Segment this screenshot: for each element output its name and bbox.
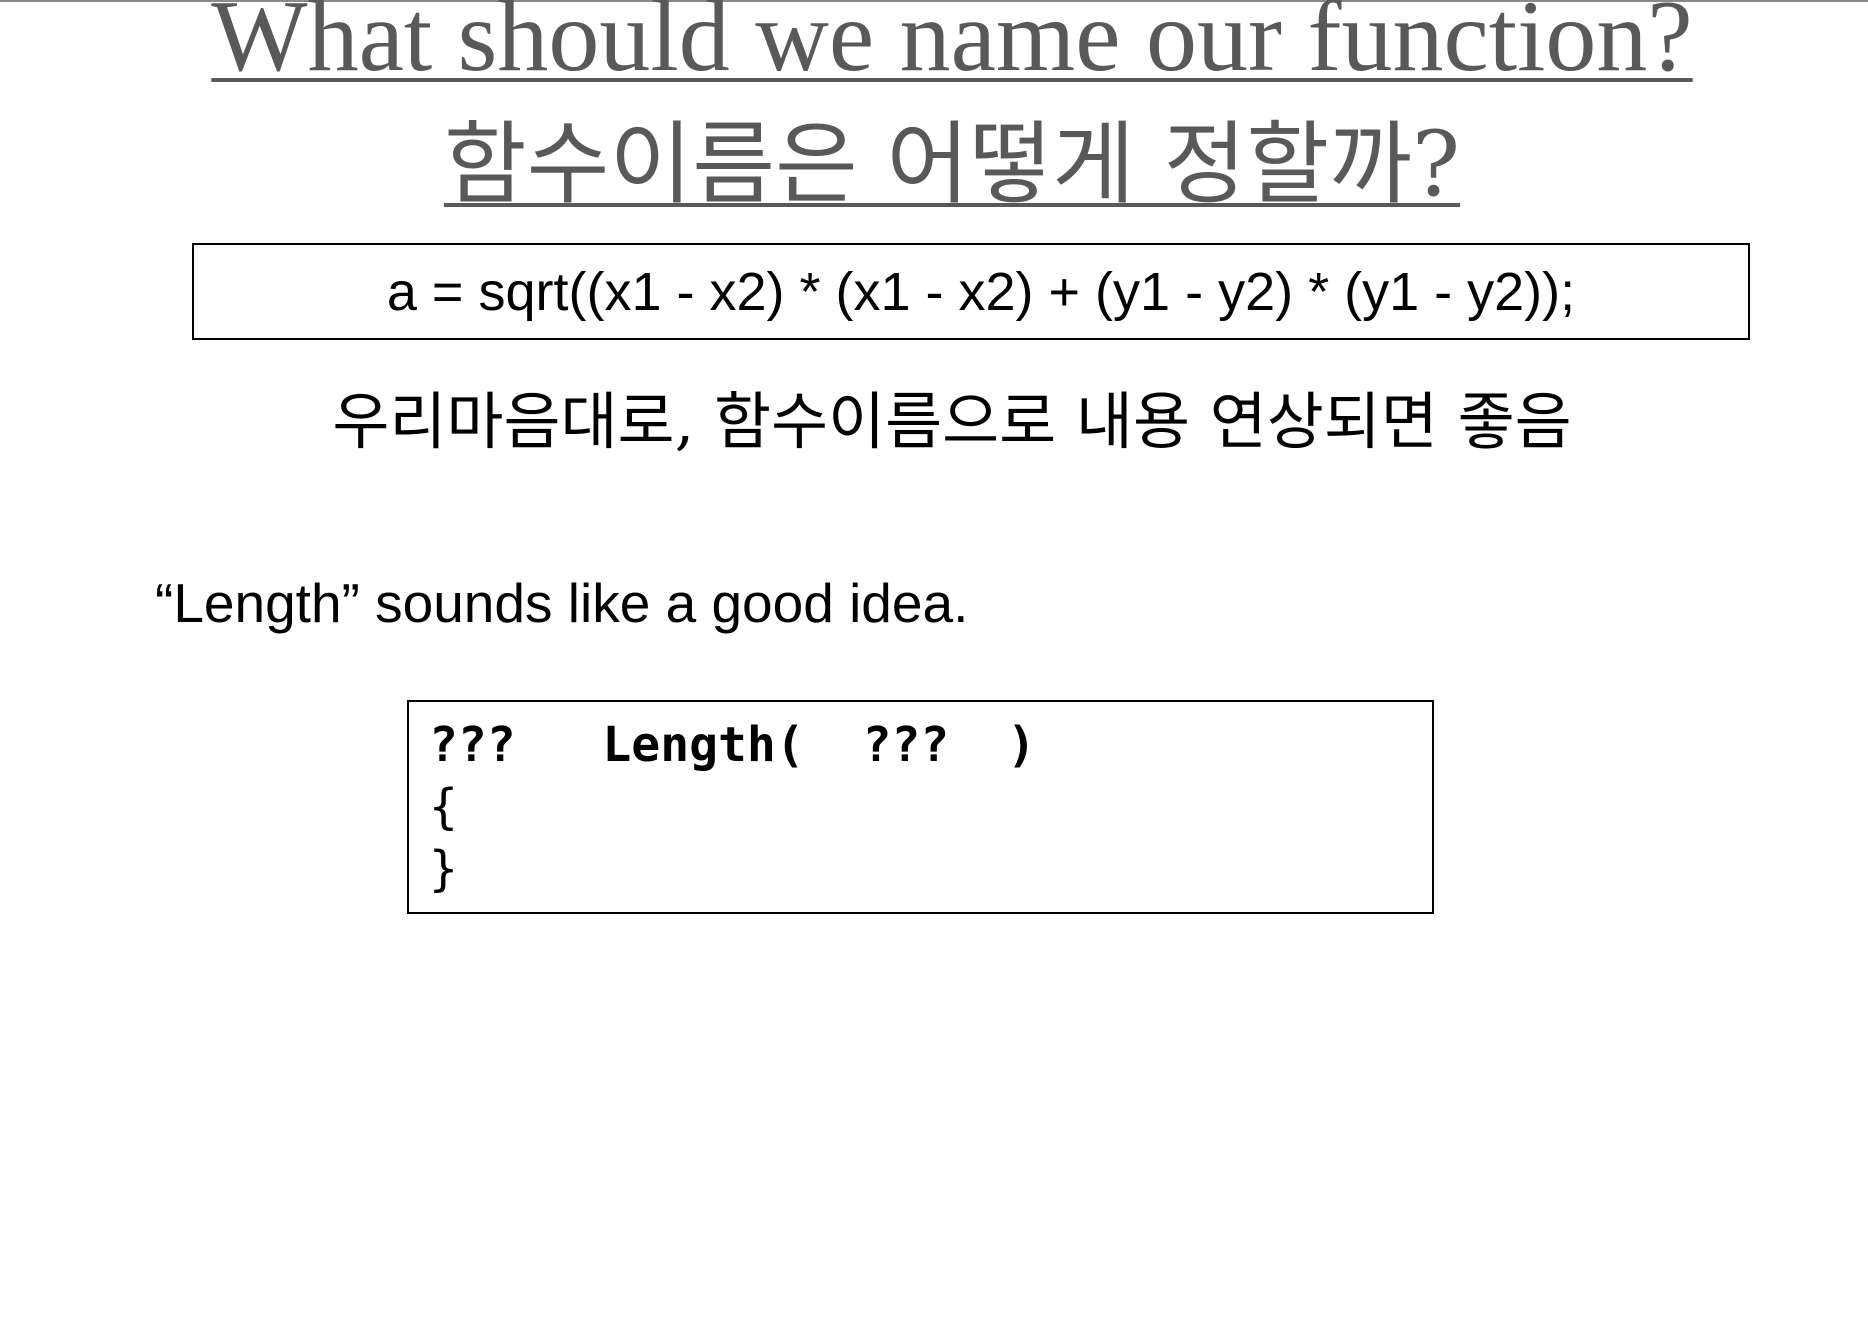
function-name: Length(: [602, 717, 805, 773]
close-brace-line: }: [429, 841, 458, 897]
formula-box: a = sqrt((x1 - x2) * (x1 - x2) + (y1 - y…: [192, 243, 1750, 340]
title-english-text: What should we name our function?: [211, 0, 1693, 93]
function-signature-line: ??? Length( ??? ): [429, 714, 1432, 776]
return-type-placeholder: ???: [429, 717, 516, 773]
slide-title-english: What should we name our function?: [0, 0, 1868, 92]
close-paren: ): [1007, 717, 1036, 773]
open-brace-line: {: [429, 779, 458, 835]
parameter-placeholder: ???: [862, 717, 950, 773]
title-korean-text: 함수이름은 어떻게 정할까?: [443, 112, 1461, 217]
slide-title-korean: 함수이름은 어떻게 정할까?: [0, 110, 1868, 220]
length-suggestion-note: “Length” sounds like a good idea.: [155, 572, 969, 634]
code-skeleton-box: ??? Length( ??? ) { }: [407, 700, 1434, 914]
korean-explanation: 우리마음대로, 함수이름으로 내용 연상되면 좋음: [332, 385, 1572, 458]
formula-text: a = sqrt((x1 - x2) * (x1 - x2) + (y1 - y…: [386, 261, 1576, 322]
